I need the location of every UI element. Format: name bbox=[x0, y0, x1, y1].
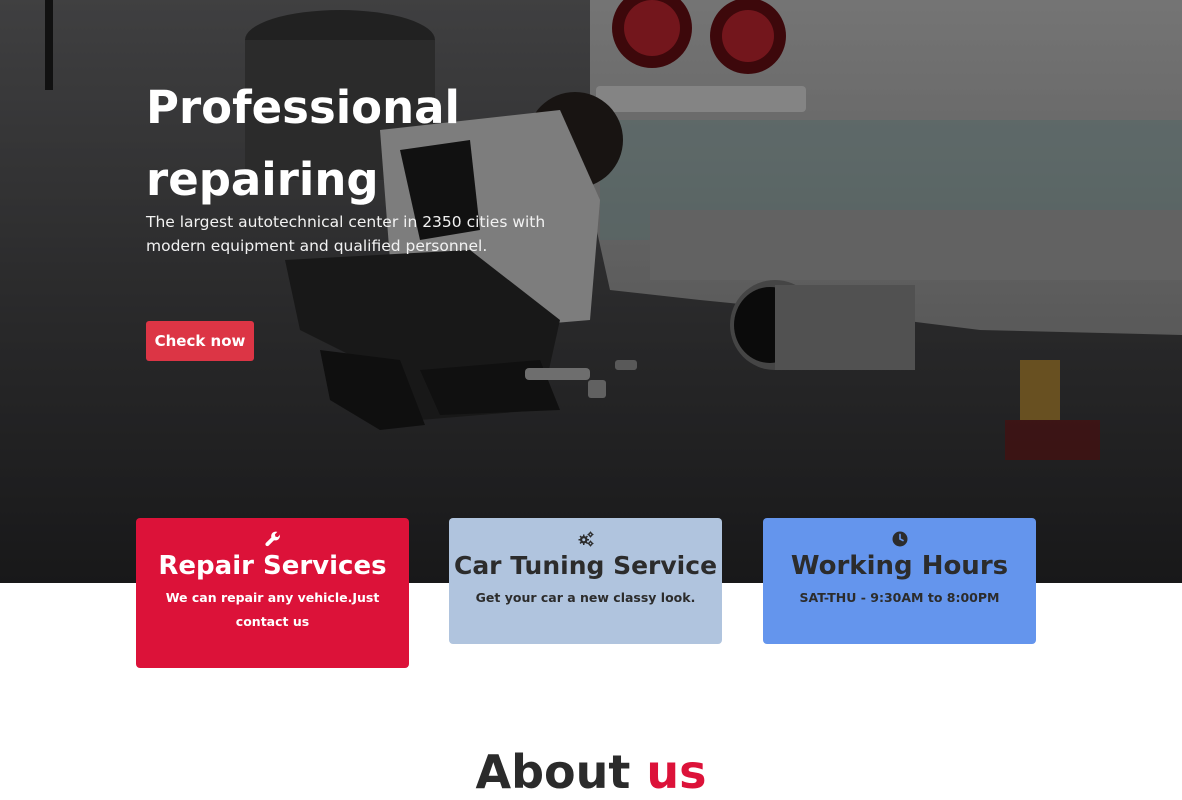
clock-icon bbox=[892, 531, 907, 547]
hero-banner: Professional repairing The largest autot… bbox=[0, 0, 1182, 583]
card-text: SAT-THU - 9:30AM to 8:00PM bbox=[799, 590, 1000, 605]
card-title: Working Hours bbox=[790, 551, 1009, 581]
about-heading-main: About bbox=[475, 745, 631, 799]
check-now-button[interactable]: Check now bbox=[146, 321, 254, 361]
card-text: Get your car a new classy look. bbox=[475, 590, 696, 605]
about-heading: About us bbox=[0, 742, 1182, 800]
repair-services-card[interactable]: Repair Services We can repair any vehicl… bbox=[136, 518, 409, 668]
gears-icon bbox=[578, 531, 593, 547]
wrench-icon bbox=[264, 531, 280, 547]
card-title: Repair Services bbox=[158, 551, 387, 581]
about-heading-accent: us bbox=[646, 745, 707, 799]
working-hours-card[interactable]: Working Hours SAT-THU - 9:30AM to 8:00PM bbox=[763, 518, 1036, 644]
hero-title: Professional repairing bbox=[146, 81, 460, 206]
card-text: We can repair any vehicle.Just contact u… bbox=[165, 590, 380, 629]
hero-subtitle: The largest autotechnical center in 2350… bbox=[146, 213, 546, 255]
card-title: Car Tuning Service bbox=[453, 551, 718, 580]
car-tuning-card[interactable]: Car Tuning Service Get your car a new cl… bbox=[449, 518, 722, 644]
